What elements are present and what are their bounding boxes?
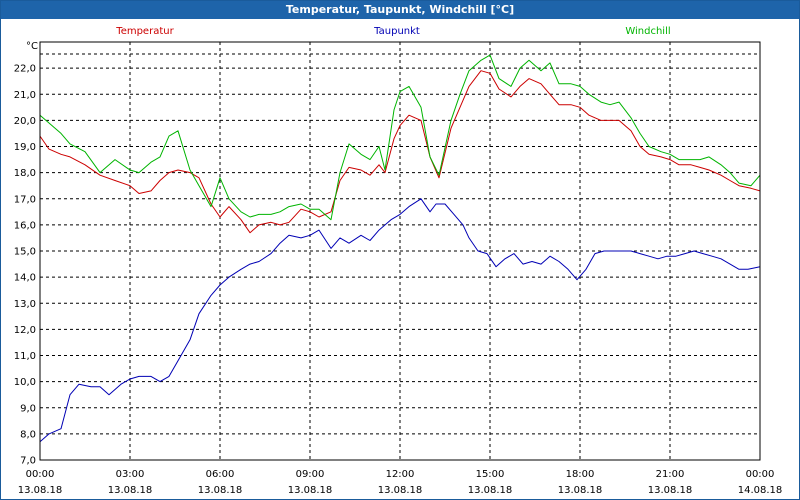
y-tick-label: 7,0 xyxy=(20,456,36,467)
x-tick-date-label: 14.08.18 xyxy=(738,485,783,496)
x-tick-time-label: 03:00 xyxy=(116,469,145,480)
x-tick-date-label: 13.08.18 xyxy=(288,485,333,496)
x-tick-date-label: 13.08.18 xyxy=(108,485,153,496)
y-tick-label: 15,0 xyxy=(14,247,36,258)
y-tick-label: 9,0 xyxy=(20,403,36,414)
x-tick-date-label: 13.08.18 xyxy=(648,485,693,496)
y-axis-unit-label: °C xyxy=(26,41,38,52)
x-tick-time-label: 09:00 xyxy=(296,469,325,480)
x-tick-time-label: 00:00 xyxy=(26,469,55,480)
x-tick-date-label: 13.08.18 xyxy=(198,485,243,496)
y-tick-label: 10,0 xyxy=(14,377,36,388)
y-tick-label: 22,0 xyxy=(14,64,36,75)
y-tick-label: 12,0 xyxy=(14,325,36,336)
legend: Temperatur Taupunkt Windchill xyxy=(115,26,670,37)
legend-item-windchill: Windchill xyxy=(625,26,670,37)
x-tick-date-label: 13.08.18 xyxy=(18,485,63,496)
y-tick-label: 19,0 xyxy=(14,142,36,153)
x-tick-time-label: 00:00 xyxy=(746,469,775,480)
y-tick-label: 16,0 xyxy=(14,220,36,231)
y-tick-label: 8,0 xyxy=(20,429,36,440)
y-tick-label: 20,0 xyxy=(14,116,36,127)
y-tick-label: 18,0 xyxy=(14,168,36,179)
x-tick-time-label: 12:00 xyxy=(386,469,415,480)
legend-item-temperatur: Temperatur xyxy=(115,26,174,37)
x-tick-date-label: 13.08.18 xyxy=(468,485,513,496)
y-tick-label: 17,0 xyxy=(14,194,36,205)
x-tick-time-label: 21:00 xyxy=(656,469,685,480)
y-tick-label: 14,0 xyxy=(14,273,36,284)
chart-canvas: 7,0 8,0 9,0 10,0 11,0 12,0 13,0 14,0 15,0 16,0 17,… xyxy=(14,26,783,496)
x-tick-date-label: 13.08.18 xyxy=(558,485,603,496)
x-tick-time-label: 06:00 xyxy=(206,469,235,480)
legend-item-taupunkt: Taupunkt xyxy=(373,26,420,37)
y-tick-label: 11,0 xyxy=(14,351,36,362)
y-tick-label: 21,0 xyxy=(14,90,36,101)
x-tick-time-label: 18:00 xyxy=(566,469,595,480)
x-axis-tick-labels: 00:00 13.08.18 03:00 13.08.18 06:00 13.08.18 0… xyxy=(18,469,783,496)
x-tick-date-label: 13.08.18 xyxy=(378,485,423,496)
x-tick-time-label: 15:00 xyxy=(476,469,505,480)
grid-lines xyxy=(40,42,760,460)
y-axis-tick-labels: 7,0 8,0 9,0 10,0 11,0 12,0 13,0 14,0 15,0 16,0 17,… xyxy=(14,64,36,467)
y-tick-label: 13,0 xyxy=(14,299,36,310)
